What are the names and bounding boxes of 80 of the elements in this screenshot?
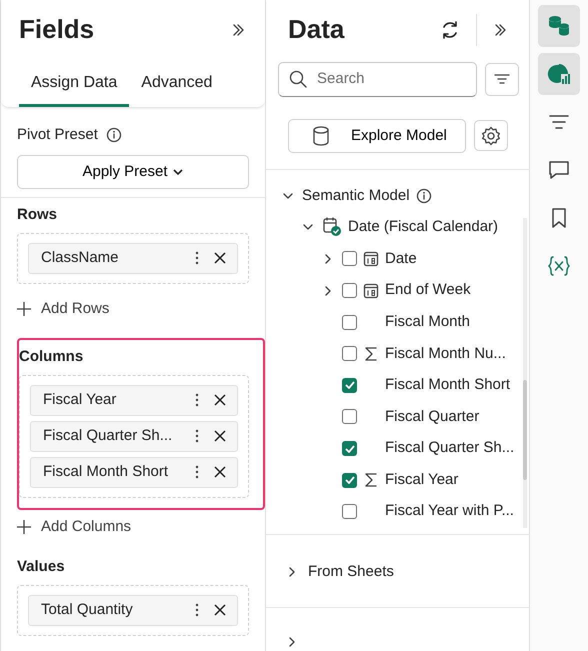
close-icon [213, 251, 227, 266]
double-chevron-icon [231, 22, 245, 37]
field-name[interactable]: Date [385, 248, 417, 270]
field-label: Pivot Preset [17, 125, 98, 146]
checkbox[interactable] [342, 472, 357, 488]
field-name[interactable]: Fiscal Month Nu... [385, 342, 506, 366]
double-chevron-icon [493, 23, 507, 37]
panel-title: Fields [19, 14, 94, 46]
more-icon [195, 251, 199, 266]
field-chip[interactable]: Fiscal Quarter Sh... [30, 420, 238, 452]
close-icon [213, 393, 227, 408]
plus-icon [17, 520, 31, 534]
checkbox[interactable] [342, 283, 357, 298]
more-icon [195, 393, 199, 408]
close-icon [213, 603, 227, 618]
close-icon [213, 465, 227, 480]
calendar-icon [363, 282, 379, 299]
calendar-icon [363, 250, 379, 267]
field-name[interactable]: Fiscal Year with P... [385, 500, 514, 523]
field-name: Total Quantity [41, 600, 134, 620]
field-chip[interactable]: Total Quantity [28, 594, 238, 626]
info-icon [416, 188, 432, 204]
scrollbar[interactable] [523, 380, 527, 480]
section-label[interactable]: From Sheets [308, 560, 394, 584]
field-name: Fiscal Quarter Sh... [43, 426, 174, 446]
checkbox[interactable] [342, 409, 357, 424]
section-title: Columns [19, 347, 84, 368]
variable-icon [547, 254, 571, 278]
filter-icon [494, 73, 510, 86]
checkbox[interactable] [342, 378, 357, 393]
checkbox[interactable] [342, 441, 357, 456]
explore-model-button[interactable]: Explore Model [288, 118, 466, 153]
field-chip[interactable]: ClassName [28, 242, 238, 274]
info-icon [106, 127, 122, 144]
section-title: Values [17, 557, 66, 578]
tab[interactable]: Advanced [129, 61, 224, 108]
check-icon [344, 476, 354, 484]
pie-chart-icon [547, 62, 571, 86]
field-name[interactable]: Fiscal Month Short [385, 374, 510, 397]
field-name: ClassName [41, 248, 120, 268]
field-name[interactable]: End of Week [385, 279, 471, 302]
field-name[interactable]: Fiscal Year [385, 468, 458, 492]
field-name: Fiscal Month Short [43, 462, 170, 482]
field-chip[interactable]: Fiscal Year [30, 384, 238, 416]
settings-icon [480, 126, 501, 146]
add-button[interactable]: Add Columns [17, 516, 249, 538]
more-icon [195, 429, 199, 444]
calendar-check-icon [322, 217, 342, 238]
checkbox[interactable] [342, 251, 357, 266]
plus-icon [17, 302, 31, 316]
checkbox[interactable] [342, 504, 357, 520]
field-name[interactable]: Fiscal Quarter Sh... [385, 437, 514, 460]
panel-title: Data [288, 14, 346, 46]
sidebar-button[interactable] [538, 53, 580, 95]
apply-preset-button[interactable]: Apply Preset [17, 154, 249, 190]
sidebar-button[interactable] [538, 5, 580, 47]
sigma-icon [363, 472, 379, 488]
close-icon [213, 429, 227, 444]
table-name[interactable]: Date (Fiscal Calendar) [348, 216, 498, 239]
add-button[interactable]: Add Rows [17, 298, 249, 320]
more-icon [195, 603, 199, 618]
checkbox[interactable] [342, 346, 357, 362]
cylinder-icon [313, 126, 329, 146]
search-field[interactable]: Search [278, 62, 477, 96]
section-title: Rows [17, 205, 58, 226]
sigma-icon [363, 346, 379, 362]
checkbox[interactable] [342, 314, 357, 330]
refresh-icon [440, 20, 460, 40]
database-icon [547, 14, 571, 38]
tab[interactable]: Assign Data [19, 61, 130, 108]
field-chip[interactable]: Fiscal Month Short [30, 456, 238, 488]
field-name[interactable]: Fiscal Quarter [385, 406, 480, 428]
check-icon [344, 444, 354, 453]
check-icon [344, 381, 354, 390]
section-label: Semantic Model [302, 186, 410, 206]
field-name: Fiscal Year [43, 390, 118, 410]
filter-button[interactable] [485, 62, 519, 96]
more-icon [195, 465, 199, 480]
field-name[interactable]: Fiscal Month [385, 310, 470, 334]
settings-button[interactable] [474, 120, 508, 152]
